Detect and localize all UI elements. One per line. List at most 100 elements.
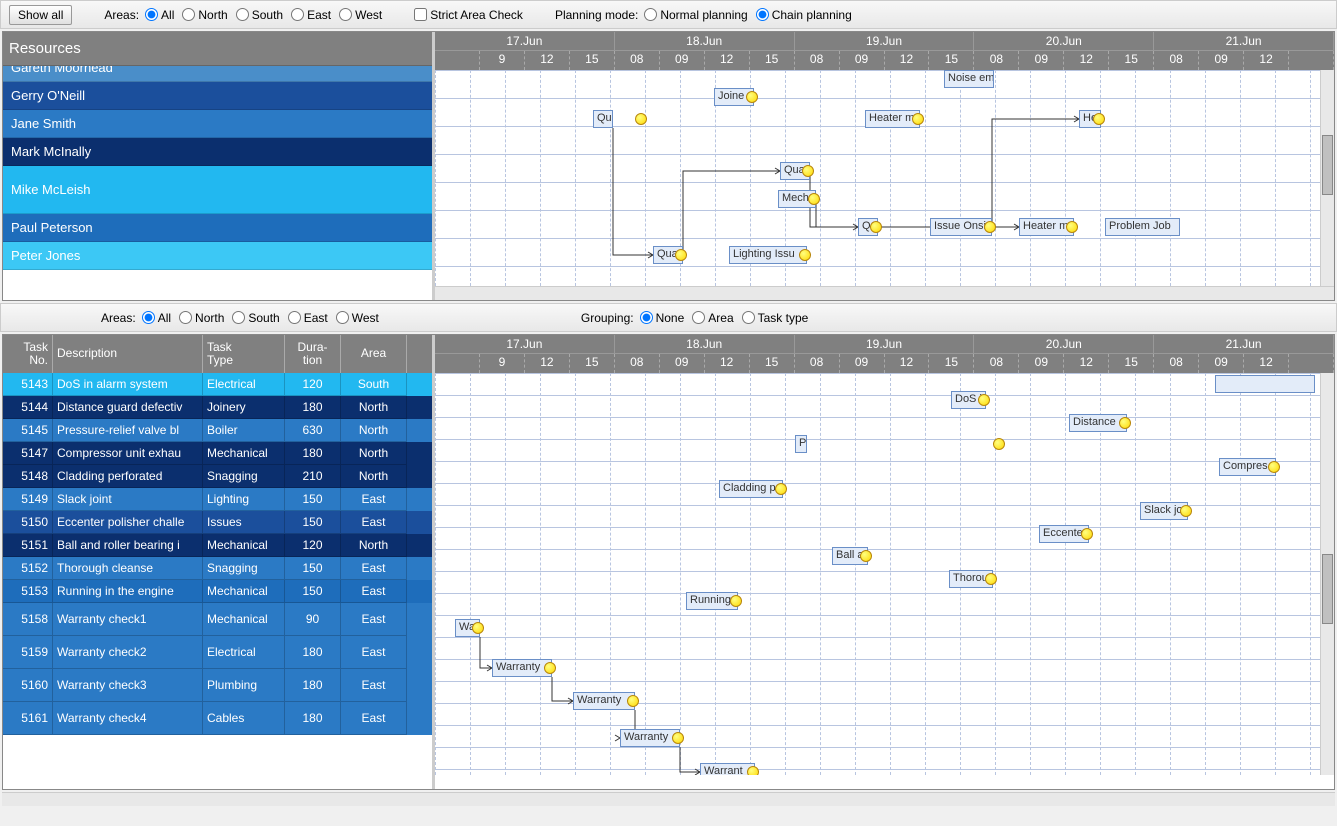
resource-row[interactable]: Paul Peterson: [3, 214, 432, 242]
pin-icon: [544, 662, 556, 674]
pin-icon: [1180, 505, 1192, 517]
task-row[interactable]: 5150Eccenter polisher challeIssues150Eas…: [3, 511, 432, 534]
resource-row[interactable]: Gareth Moorhead: [3, 66, 432, 82]
pin-icon: [775, 483, 787, 495]
date-column: 20.Jun: [974, 335, 1154, 353]
pin-icon: [730, 595, 742, 607]
date-column: 19.Jun: [795, 32, 975, 50]
task-row[interactable]: 5144Distance guard defectivJoinery180Nor…: [3, 396, 432, 419]
pin-icon: [747, 766, 759, 775]
task-row[interactable]: 5147Compressor unit exhauMechanical180No…: [3, 442, 432, 465]
date-column: 17.Jun: [435, 32, 615, 50]
date-column: 21.Jun: [1154, 32, 1334, 50]
scrollbar-horizontal[interactable]: [435, 286, 1334, 300]
resource-row[interactable]: Peter Jones: [3, 242, 432, 270]
p1-chain-planning[interactable]: Chain planning: [756, 8, 852, 22]
a1-west[interactable]: West: [339, 8, 382, 22]
task-table-header: Task No. Description Task Type Dura- tio…: [3, 335, 432, 373]
gantt-bar[interactable]: Qu: [593, 110, 613, 128]
pin-icon: [1119, 417, 1131, 429]
date-column: 21.Jun: [1154, 335, 1334, 353]
pin-icon: [472, 622, 484, 634]
scrollbar-vertical-2[interactable]: [1320, 373, 1334, 775]
task-row[interactable]: 5152Thorough cleanseSnagging150East: [3, 557, 432, 580]
g2-none[interactable]: None: [640, 311, 685, 325]
gantt-top[interactable]: 17.Jun18.Jun19.Jun20.Jun21.Jun9121508091…: [435, 32, 1334, 300]
resource-row[interactable]: Jane Smith: [3, 110, 432, 138]
a1-north[interactable]: North: [182, 8, 227, 22]
grouping-label: Grouping:: [581, 311, 634, 325]
date-column: 17.Jun: [435, 335, 615, 353]
strict-area-checkbox[interactable]: Strict Area Check: [414, 8, 523, 22]
a2-west[interactable]: West: [336, 311, 379, 325]
pin-icon: [635, 113, 647, 125]
scrollbar-vertical[interactable]: [1320, 70, 1334, 286]
pin-icon: [1066, 221, 1078, 233]
gantt-bar[interactable]: Warranty: [492, 659, 552, 677]
task-row[interactable]: 5153Running in the engineMechanical150Ea…: [3, 580, 432, 603]
gantt-bar[interactable]: Issue Onsi: [930, 218, 992, 236]
pin-icon: [870, 221, 882, 233]
pin-icon: [912, 113, 924, 125]
pin-icon: [985, 573, 997, 585]
date-column: 18.Jun: [615, 335, 795, 353]
a2-north[interactable]: North: [179, 311, 224, 325]
gantt-bar[interactable]: [1215, 375, 1315, 393]
gantt-bar[interactable]: Warranty: [620, 729, 680, 747]
pin-icon: [984, 221, 996, 233]
resource-row[interactable]: Gerry O'Neill: [3, 82, 432, 110]
task-row[interactable]: 5161Warranty check4Cables180East: [3, 702, 432, 735]
pin-icon: [746, 91, 758, 103]
task-row[interactable]: 5148Cladding perforatedSnagging210North: [3, 465, 432, 488]
g2-task-type[interactable]: Task type: [742, 311, 809, 325]
toolbar-mid: Areas: All North South East West Groupin…: [0, 303, 1337, 332]
pin-icon: [993, 438, 1005, 450]
toolbar-top: Show all Areas: All North South East Wes…: [0, 0, 1337, 29]
pin-icon: [1081, 528, 1093, 540]
pin-icon: [802, 165, 814, 177]
a1-east[interactable]: East: [291, 8, 331, 22]
task-row[interactable]: 5143DoS in alarm systemElectrical120Sout…: [3, 373, 432, 396]
gantt-bar[interactable]: Noise em: [944, 70, 994, 88]
g2-area[interactable]: Area: [692, 311, 733, 325]
a2-east[interactable]: East: [288, 311, 328, 325]
pin-icon: [627, 695, 639, 707]
gantt-bar[interactable]: Warranty: [573, 692, 635, 710]
pin-icon: [978, 394, 990, 406]
pin-icon: [672, 732, 684, 744]
pin-icon: [1093, 113, 1105, 125]
a2-south[interactable]: South: [232, 311, 279, 325]
resource-row[interactable]: Mark McInally: [3, 138, 432, 166]
task-row[interactable]: 5159Warranty check2Electrical180East: [3, 636, 432, 669]
a1-all[interactable]: All: [145, 8, 174, 22]
gantt-bar[interactable]: P: [795, 435, 807, 453]
pin-icon: [860, 550, 872, 562]
gantt-bar[interactable]: Cladding p: [719, 480, 783, 498]
resources-header: Resources: [3, 32, 432, 66]
task-row[interactable]: 5160Warranty check3Plumbing180East: [3, 669, 432, 702]
tasks-panel: Task No. Description Task Type Dura- tio…: [3, 335, 435, 789]
show-all-button[interactable]: Show all: [9, 5, 72, 25]
p1-normal-planning[interactable]: Normal planning: [644, 8, 747, 22]
date-column: 20.Jun: [974, 32, 1154, 50]
areas-label-2: Areas:: [101, 311, 136, 325]
date-column: 18.Jun: [615, 32, 795, 50]
task-row[interactable]: 5145Pressure-relief valve blBoiler630Nor…: [3, 419, 432, 442]
resources-panel: Resources Gareth MoorheadGerry O'NeillJa…: [3, 32, 435, 300]
a1-south[interactable]: South: [236, 8, 283, 22]
scrollbar-horizontal-bottom[interactable]: [2, 792, 1335, 806]
gantt-bottom[interactable]: 17.Jun18.Jun19.Jun20.Jun21.Jun9121508091…: [435, 335, 1334, 789]
pin-icon: [675, 249, 687, 261]
pin-icon: [808, 193, 820, 205]
a2-all[interactable]: All: [142, 311, 171, 325]
date-column: 19.Jun: [795, 335, 975, 353]
pin-icon: [799, 249, 811, 261]
gantt-bar[interactable]: Problem Job: [1105, 218, 1180, 236]
areas-label: Areas:: [104, 8, 139, 22]
task-row[interactable]: 5149Slack jointLighting150East: [3, 488, 432, 511]
task-row[interactable]: 5151Ball and roller bearing iMechanical1…: [3, 534, 432, 557]
gantt-bar[interactable]: Lighting Issu: [729, 246, 807, 264]
task-row[interactable]: 5158Warranty check1Mechanical90East: [3, 603, 432, 636]
pin-icon: [1268, 461, 1280, 473]
resource-row[interactable]: Mike McLeish: [3, 166, 432, 214]
